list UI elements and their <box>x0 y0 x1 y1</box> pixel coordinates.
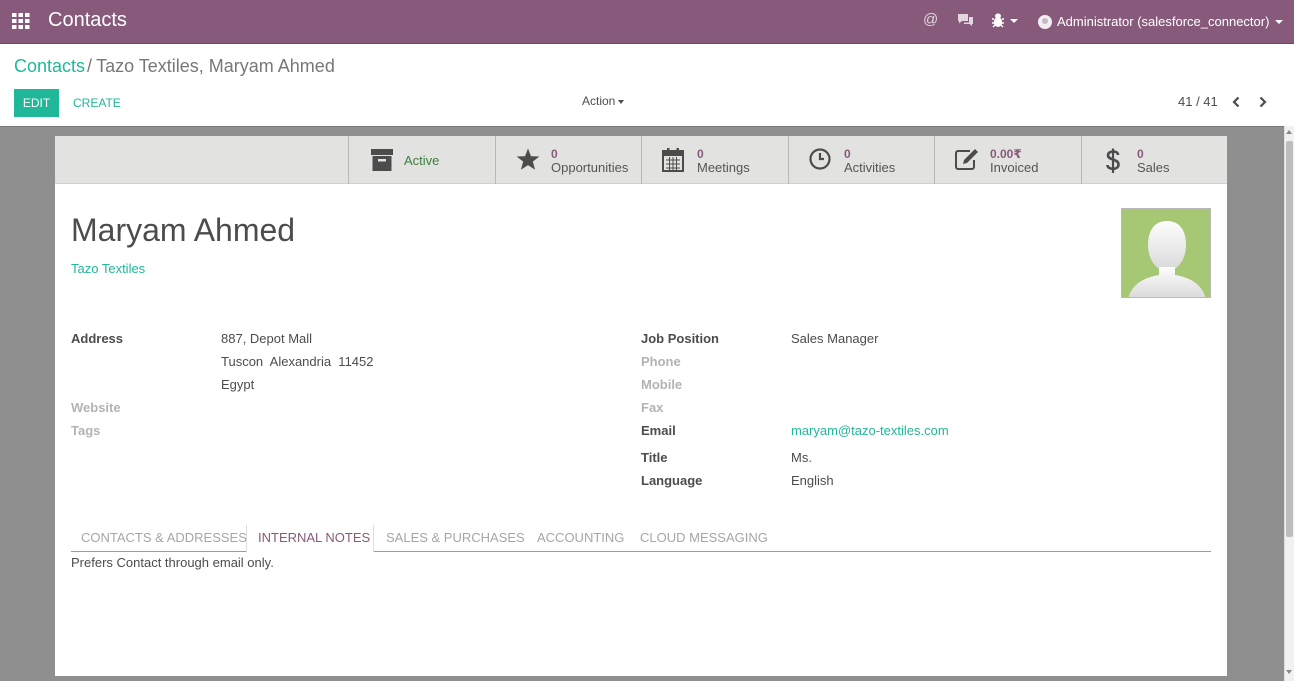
chevron-left-icon[interactable] <box>1231 96 1241 111</box>
meetings-count: 0 <box>697 147 704 161</box>
contact-name: Maryam Ahmed <box>71 212 296 248</box>
address-street: 887, Depot Mall <box>221 331 313 346</box>
invoiced-label: Invoiced <box>990 160 1039 175</box>
job-position-value: Sales Manager <box>791 331 879 346</box>
meetings-label: Meetings <box>697 160 750 175</box>
notebook-tabs: CONTACTS & ADDRESSES INTERNAL NOTES SALE… <box>71 525 1211 552</box>
tab-contacts-addresses[interactable]: CONTACTS & ADDRESSES <box>81 530 247 545</box>
opportunities-label: Opportunities <box>551 160 629 175</box>
meetings-button[interactable]: 0 Meetings <box>641 136 788 184</box>
chevron-right-icon[interactable] <box>1258 96 1268 111</box>
opportunities-button[interactable]: 0 Opportunities <box>495 136 641 184</box>
star-icon <box>516 148 540 174</box>
pager-value[interactable]: 41 / 41 <box>1178 94 1218 109</box>
activities-label: Activities <box>844 160 896 175</box>
active-toggle-button[interactable]: Active <box>348 136 495 184</box>
title-label: Title <box>641 450 668 465</box>
sales-count: 0 <box>1137 147 1144 161</box>
invoiced-button[interactable]: 0.00₹ Invoiced <box>934 136 1081 184</box>
dollar-icon <box>1106 148 1120 177</box>
language-value: English <box>791 473 834 488</box>
active-status-label: Active <box>404 153 440 168</box>
at-icon[interactable]: @ <box>923 11 938 28</box>
edit-button[interactable]: EDIT <box>14 89 59 117</box>
phone-label: Phone <box>641 354 681 369</box>
tab-cloud-messaging[interactable]: CLOUD MESSAGING <box>640 530 768 545</box>
internal-notes-text: Prefers Contact through email only. <box>71 555 274 570</box>
avatar <box>1038 14 1052 29</box>
breadcrumb-current: Tazo Textiles, Maryam Ahmed <box>96 56 335 76</box>
bug-icon[interactable] <box>991 12 1005 31</box>
email-link[interactable]: maryam@tazo-textiles.com <box>791 423 949 438</box>
job-position-label: Job Position <box>641 331 719 346</box>
avatar-placeholder-icon[interactable] <box>1121 208 1211 298</box>
website-label: Website <box>71 400 121 415</box>
chat-icon[interactable] <box>957 13 974 30</box>
sales-label: Sales <box>1137 160 1170 175</box>
create-button[interactable]: CREATE <box>73 96 121 110</box>
sales-button[interactable]: 0 Sales <box>1081 136 1227 184</box>
tab-sales-purchases[interactable]: SALES & PURCHASES <box>386 530 525 545</box>
app-title: Contacts <box>48 9 127 31</box>
action-dropdown[interactable]: Action <box>582 94 625 108</box>
activities-button[interactable]: 0 Activities <box>788 136 934 184</box>
tab-accounting[interactable]: ACCOUNTING <box>537 530 624 545</box>
user-menu[interactable]: Administrator (salesforce_connector) <box>1038 14 1284 29</box>
address-label: Address <box>71 331 124 346</box>
chevron-down-icon <box>618 99 625 104</box>
mobile-label: Mobile <box>641 377 683 392</box>
breadcrumb: Contacts / Tazo Textiles, Maryam Ahmed <box>14 56 335 77</box>
tags-label: Tags <box>71 423 101 438</box>
calendar-icon <box>662 148 684 175</box>
breadcrumb-contacts-link[interactable]: Contacts <box>14 56 85 76</box>
activities-count: 0 <box>844 147 851 161</box>
opportunities-count: 0 <box>551 147 558 161</box>
invoiced-amount: 0.00₹ <box>990 147 1022 161</box>
breadcrumb-separator: / <box>87 56 93 76</box>
company-link[interactable]: Tazo Textiles <box>71 261 145 276</box>
tab-internal-notes[interactable]: INTERNAL NOTES <box>258 530 370 545</box>
chevron-down-icon <box>1275 19 1284 24</box>
address-city-line: Tuscon Alexandria 11452 <box>221 354 374 369</box>
action-label: Action <box>582 94 616 108</box>
language-label: Language <box>641 473 703 488</box>
scrollbar-thumb[interactable] <box>1286 141 1293 537</box>
title-value: Ms. <box>791 450 812 465</box>
archive-icon <box>371 149 393 174</box>
debug-caret-icon[interactable] <box>1010 19 1018 23</box>
email-label: Email <box>641 423 676 438</box>
top-navbar: Contacts @ Administrator (salesforce_con… <box>0 0 1294 44</box>
smart-button-box: Active 0 Opportunities 0 Meetings 0 Acti… <box>55 136 1227 184</box>
scroll-up-icon[interactable] <box>1286 130 1292 134</box>
fax-label: Fax <box>641 400 664 415</box>
form-sheet: Active 0 Opportunities 0 Meetings 0 Acti… <box>55 136 1227 676</box>
scroll-down-icon[interactable] <box>1286 670 1292 674</box>
user-name: Administrator (salesforce_connector) <box>1057 14 1270 29</box>
clock-icon <box>809 148 831 173</box>
apps-grid-icon[interactable] <box>12 13 30 29</box>
edit-icon <box>955 148 979 173</box>
address-country: Egypt <box>221 377 255 392</box>
